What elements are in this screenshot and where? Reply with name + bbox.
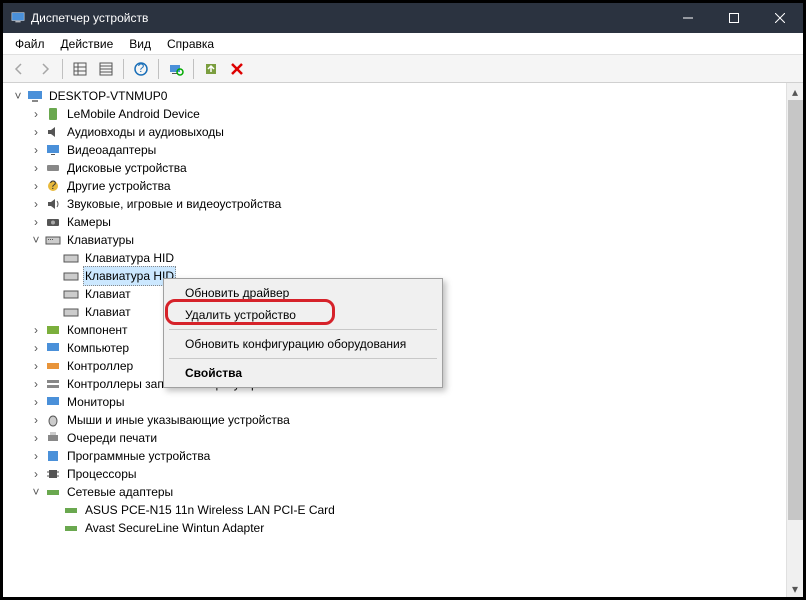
view-list-button[interactable] <box>68 57 92 81</box>
tree-item[interactable]: ASUS PCE-N15 11n Wireless LAN PCI-E Card <box>7 501 803 519</box>
menu-action[interactable]: Действие <box>55 35 120 53</box>
monitor-icon <box>45 394 61 410</box>
chevron-right-icon[interactable]: › <box>29 107 43 121</box>
chevron-down-icon[interactable]: ˅ <box>29 233 43 247</box>
chevron-right-icon[interactable]: › <box>29 359 43 373</box>
chevron-right-icon[interactable]: › <box>29 215 43 229</box>
scroll-up-button[interactable]: ▴ <box>787 83 803 100</box>
ctx-update-driver[interactable]: Обновить драйвер <box>167 282 439 304</box>
scan-hardware-button[interactable] <box>164 57 188 81</box>
ctx-uninstall[interactable]: Удалить устройство <box>167 304 439 326</box>
tree-item[interactable]: Клавиатура HID <box>7 249 803 267</box>
menubar: Файл Действие Вид Справка <box>3 33 803 55</box>
tree-item-netadapters[interactable]: ˅Сетевые адаптеры <box>7 483 803 501</box>
ctx-properties[interactable]: Свойства <box>167 362 439 384</box>
back-button[interactable] <box>7 57 31 81</box>
chevron-down-icon[interactable]: ˅ <box>29 485 43 499</box>
chevron-right-icon[interactable]: › <box>29 161 43 175</box>
chevron-right-icon[interactable]: › <box>29 125 43 139</box>
tree-item[interactable]: ›Программные устройства <box>7 447 803 465</box>
computer-icon <box>45 340 61 356</box>
cpu-icon <box>45 466 61 482</box>
toolbar: ? <box>3 55 803 83</box>
ctx-scan-hardware[interactable]: Обновить конфигурацию оборудования <box>167 333 439 355</box>
network-icon <box>63 520 79 536</box>
software-icon <box>45 448 61 464</box>
chevron-right-icon[interactable]: › <box>29 413 43 427</box>
chevron-right-icon[interactable]: › <box>29 143 43 157</box>
forward-button[interactable] <box>33 57 57 81</box>
tree-item[interactable]: ›Звуковые, игровые и видеоустройства <box>7 195 803 213</box>
view-details-button[interactable] <box>94 57 118 81</box>
keyboard-icon <box>63 304 79 320</box>
tree-item[interactable]: Avast SecureLine Wintun Adapter <box>7 519 803 537</box>
tree-item[interactable]: ›Видеоадаптеры <box>7 141 803 159</box>
tree-root[interactable]: ˅ DESKTOP-VTNMUP0 <box>7 87 803 105</box>
chevron-right-icon[interactable]: › <box>29 395 43 409</box>
separator <box>169 329 437 330</box>
app-icon <box>11 10 25 27</box>
tree-item[interactable]: ›Дисковые устройства <box>7 159 803 177</box>
tree-item[interactable]: ›Процессоры <box>7 465 803 483</box>
mouse-icon <box>45 412 61 428</box>
tree-item[interactable]: ›Мыши и иные указывающие устройства <box>7 411 803 429</box>
controller-icon <box>45 322 61 338</box>
device-tree-pane: ˅ DESKTOP-VTNMUP0 ›LeMobile Android Devi… <box>3 83 803 597</box>
device-icon <box>45 106 61 122</box>
tree-item-keyboards[interactable]: ˅Клавиатуры <box>7 231 803 249</box>
sound-icon <box>45 196 61 212</box>
keyboard-icon <box>63 268 79 284</box>
chevron-right-icon[interactable]: › <box>29 341 43 355</box>
menu-view[interactable]: Вид <box>123 35 157 53</box>
svg-text:?: ? <box>138 61 145 75</box>
minimize-button[interactable] <box>665 3 711 33</box>
separator <box>169 358 437 359</box>
update-driver-button[interactable] <box>199 57 223 81</box>
disk-icon <box>45 160 61 176</box>
chevron-right-icon[interactable]: › <box>29 467 43 481</box>
tree-item[interactable]: ›Камеры <box>7 213 803 231</box>
other-icon: ? <box>45 178 61 194</box>
svg-text:?: ? <box>50 178 57 192</box>
chevron-right-icon[interactable]: › <box>29 197 43 211</box>
network-icon <box>63 502 79 518</box>
controller-icon <box>45 358 61 374</box>
close-button[interactable] <box>757 3 803 33</box>
chevron-right-icon[interactable]: › <box>29 179 43 193</box>
uninstall-button[interactable] <box>225 57 249 81</box>
keyboard-icon <box>63 250 79 266</box>
titlebar: Диспетчер устройств <box>3 3 803 33</box>
tree-item[interactable]: ›Очереди печати <box>7 429 803 447</box>
network-icon <box>45 484 61 500</box>
keyboard-icon <box>45 232 61 248</box>
chevron-right-icon[interactable]: › <box>29 323 43 337</box>
storage-icon <box>45 376 61 392</box>
window-title: Диспетчер устройств <box>31 11 665 25</box>
computer-icon <box>27 88 43 104</box>
root-label: DESKTOP-VTNMUP0 <box>47 87 169 105</box>
keyboard-icon <box>63 286 79 302</box>
tree-item[interactable]: ›Аудиовходы и аудиовыходы <box>7 123 803 141</box>
menu-help[interactable]: Справка <box>161 35 220 53</box>
display-icon <box>45 142 61 158</box>
help-button[interactable]: ? <box>129 57 153 81</box>
context-menu: Обновить драйвер Удалить устройство Обно… <box>163 278 443 388</box>
vertical-scrollbar[interactable]: ▴ ▾ <box>786 83 803 597</box>
chevron-right-icon[interactable]: › <box>29 377 43 391</box>
tree-item[interactable]: ›LeMobile Android Device <box>7 105 803 123</box>
chevron-right-icon[interactable]: › <box>29 431 43 445</box>
audio-icon <box>45 124 61 140</box>
tree-item[interactable]: ›Мониторы <box>7 393 803 411</box>
chevron-down-icon[interactable]: ˅ <box>11 89 25 103</box>
scroll-down-button[interactable]: ▾ <box>787 580 803 597</box>
printer-icon <box>45 430 61 446</box>
camera-icon <box>45 214 61 230</box>
scrollbar-thumb[interactable] <box>788 100 803 520</box>
menu-file[interactable]: Файл <box>9 35 51 53</box>
tree-item[interactable]: ›?Другие устройства <box>7 177 803 195</box>
maximize-button[interactable] <box>711 3 757 33</box>
chevron-right-icon[interactable]: › <box>29 449 43 463</box>
